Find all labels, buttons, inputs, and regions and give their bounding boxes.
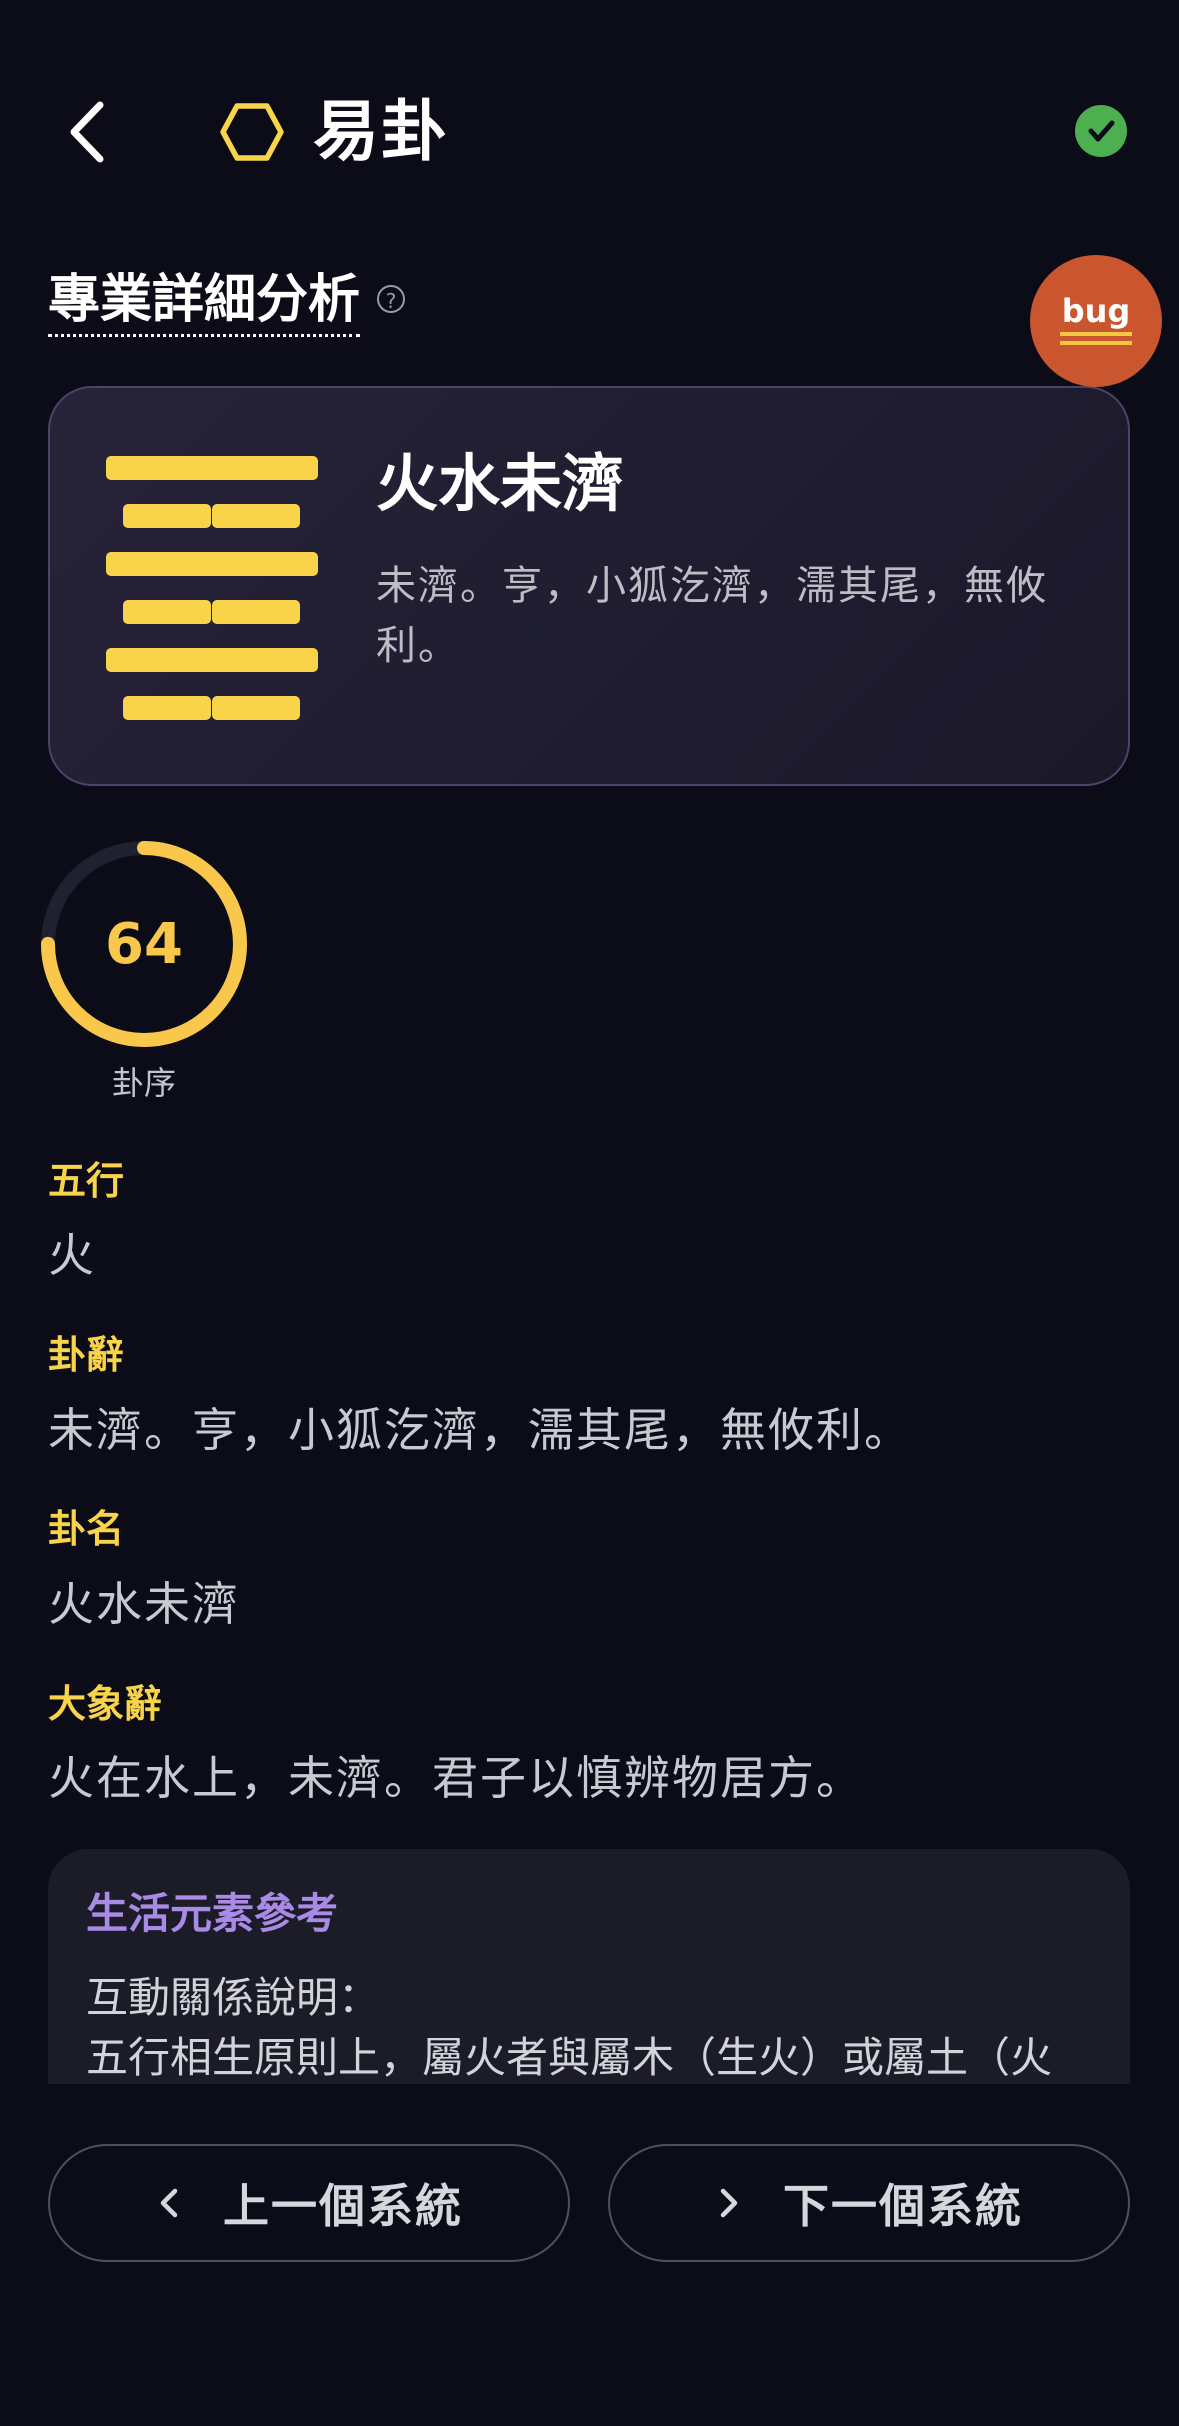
hexagram-judgment: 未濟。亨，小狐汔濟，濡其尾，無攸利。 (376, 563, 1048, 669)
order-ring: 64 (38, 838, 250, 1050)
name-label: 卦名 (48, 1507, 125, 1551)
prev-system-button[interactable]: 上一個系統 (48, 2144, 570, 2262)
prev-system-label: 上一個系統 (223, 2179, 463, 2233)
bug-badge-underline (1060, 331, 1132, 336)
name-value: 火水未濟 (48, 1577, 240, 1631)
section-title[interactable]: 專業詳細分析 (48, 268, 361, 337)
image-label: 大象辭 (48, 1682, 163, 1726)
hexagram-line-yin (106, 504, 318, 528)
next-system-label: 下一個系統 (783, 2179, 1023, 2233)
hexagram-symbol (106, 456, 318, 744)
image-value: 火在水上，未濟。君子以慎辨物居方。 (48, 1751, 864, 1805)
hexagram-line-yin (106, 696, 318, 720)
status-check-indicator (1075, 105, 1127, 157)
judgment-label: 卦辭 (48, 1333, 125, 1377)
hexagram-line-yin (106, 600, 318, 624)
hexagram-name: 火水未濟 (376, 447, 625, 520)
bug-report-button[interactable]: bug (1030, 255, 1162, 387)
chevron-left-icon (70, 101, 104, 163)
hexagram-line-yang (106, 456, 318, 480)
reference-title: 生活元素參考 (86, 1889, 339, 1938)
hexagram-card: 火水未濟 未濟。亨，小狐汔濟，濡其尾，無攸利。 (48, 386, 1130, 786)
hexagram-line-yang (106, 552, 318, 576)
order-number: 64 (105, 911, 183, 977)
back-button[interactable] (56, 94, 116, 170)
chevron-right-icon (720, 2188, 738, 2218)
next-system-button[interactable]: 下一個系統 (608, 2144, 1130, 2262)
hexagram-line-yang (106, 648, 318, 672)
order-label: 卦序 (111, 1064, 176, 1102)
app-screen: 易卦 專業詳細分析 ? bug 火水未濟 未濟。亨，小狐汔濟，濡其尾，無攸利。 … (0, 0, 1179, 2426)
reference-panel[interactable]: 生活元素參考 互動關係說明： 五行相生原則上，屬火者與屬木（生火）或屬土（火 (48, 1849, 1130, 2084)
reference-subtitle: 互動關係說明： (86, 1973, 381, 2022)
check-circle-icon (1088, 120, 1115, 142)
element-label: 五行 (48, 1159, 125, 1203)
hexagon-outline-icon (220, 103, 284, 161)
question-circle-icon[interactable]: ? (377, 285, 405, 313)
element-value: 火 (48, 1228, 96, 1282)
app-title: 易卦 (313, 93, 449, 170)
chevron-left-icon (160, 2188, 178, 2218)
reference-body: 五行相生原則上，屬火者與屬木（生火）或屬土（火 (86, 2033, 1053, 2082)
judgment-value: 未濟。亨，小狐汔濟，濡其尾，無攸利。 (48, 1403, 912, 1457)
bug-badge-label: bug (1061, 291, 1131, 330)
bug-badge-underline (1060, 340, 1132, 345)
